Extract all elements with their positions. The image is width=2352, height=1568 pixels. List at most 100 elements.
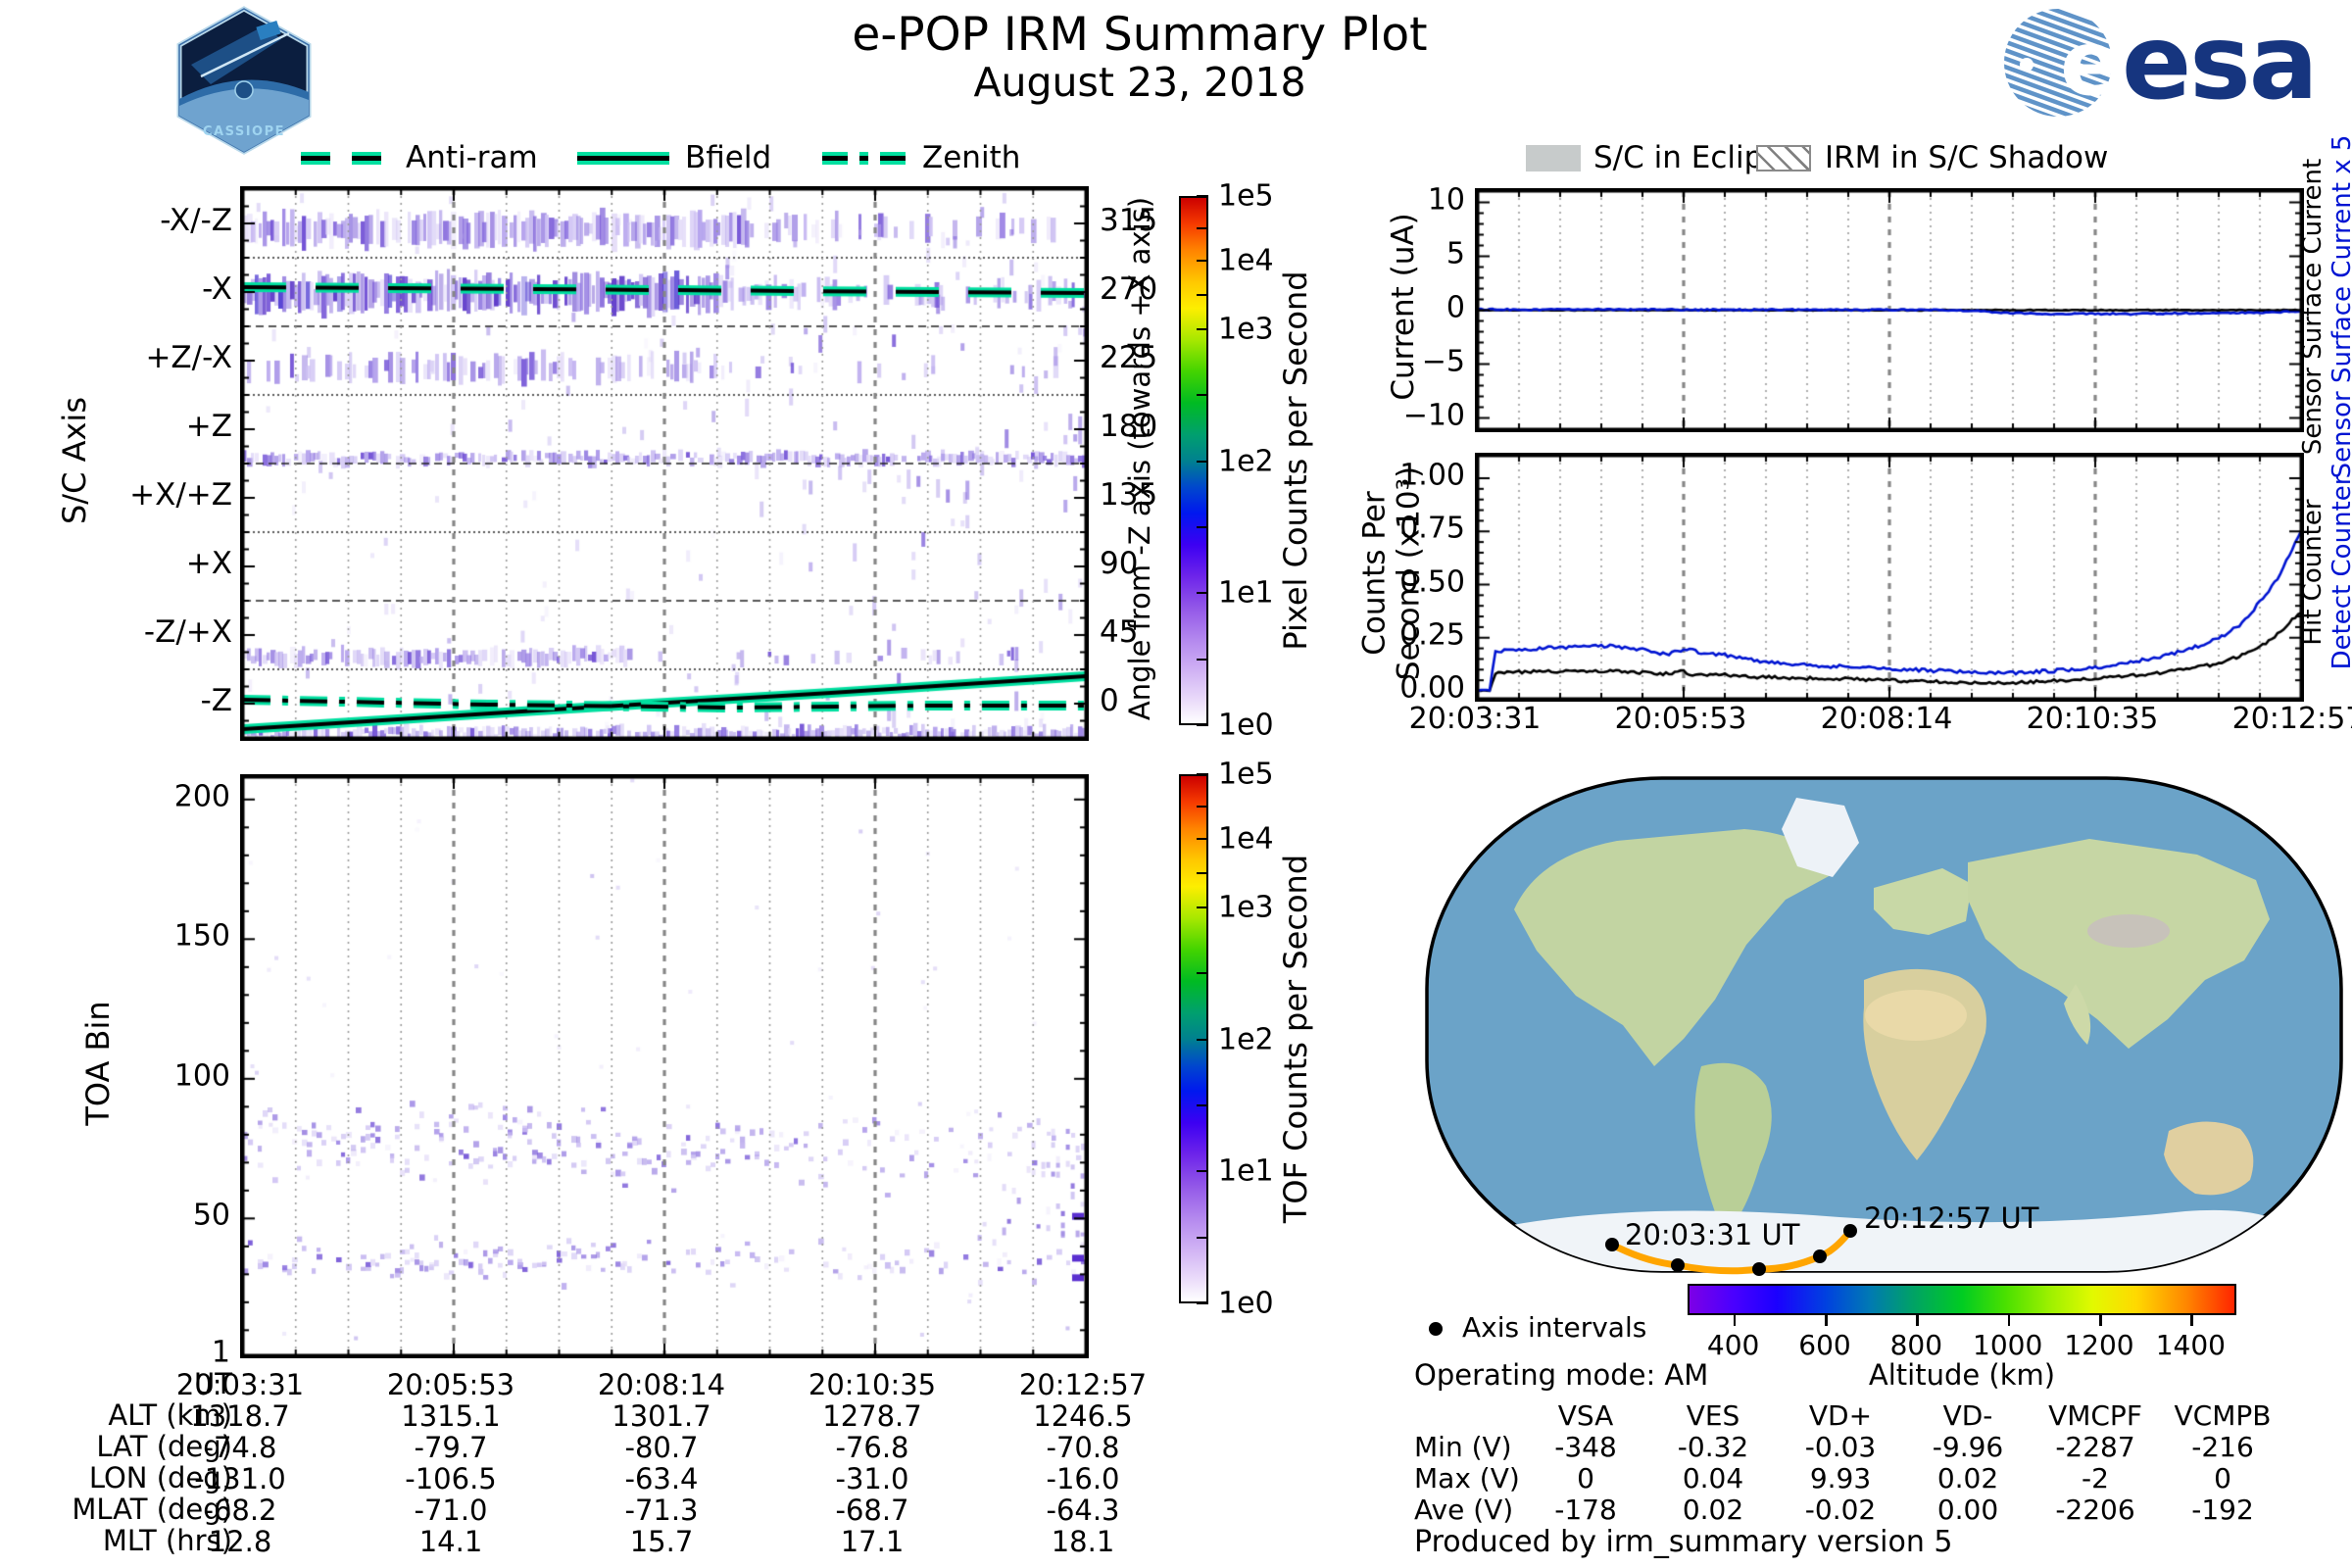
current-tick-label: 10 xyxy=(1427,182,1465,217)
altitude-tick-mark xyxy=(1825,1315,1828,1326)
legend-zenith-label: Zenith xyxy=(922,140,1021,175)
voltage-cell: 0 xyxy=(2214,1462,2231,1494)
ephemeris-cell: 18.1 xyxy=(1051,1525,1115,1558)
colorbar-tick-mark xyxy=(1197,526,1208,529)
ephemeris-cell: -131.0 xyxy=(194,1462,286,1495)
toa-bin-spectrogram xyxy=(240,774,1089,1358)
voltage-cell: -0.32 xyxy=(1677,1431,1749,1463)
toa-tick-label: 100 xyxy=(173,1058,230,1094)
legend-shadow-label: IRM in S/C Shadow xyxy=(1825,140,2109,175)
colorbar-tick-mark xyxy=(1197,460,1208,463)
colorbar-tick-mark xyxy=(1197,906,1208,908)
sc-axis-spectrogram xyxy=(240,186,1089,741)
esa-text: esa xyxy=(2122,4,2317,122)
ephemeris-cell: 1318.7 xyxy=(190,1399,290,1433)
angle-tick-label: 315 xyxy=(1100,203,1158,238)
pixel-cb-tick: 1e2 xyxy=(1218,444,1274,479)
antiram-line-sample xyxy=(301,152,381,165)
sc-axis-row-label: +X xyxy=(185,546,232,581)
pixel-cb-tick: 1e3 xyxy=(1218,312,1274,347)
time-tick-label: 20:03:31 xyxy=(1408,702,1542,736)
voltage-cell: -2206 xyxy=(2055,1494,2135,1526)
colorbar-tick-mark xyxy=(1197,259,1208,262)
voltage-cell: 0.04 xyxy=(1682,1462,1744,1494)
badge-text: CASSIOPE xyxy=(203,124,285,139)
ephemeris-cell: 20:05:53 xyxy=(386,1368,515,1401)
cassiope-mission-badge: CASSIOPE xyxy=(172,6,317,159)
ephemeris-cell: 14.1 xyxy=(418,1525,483,1558)
colorbar-tick-mark xyxy=(1197,293,1208,296)
voltage-row-label: Min (V) xyxy=(1414,1431,1512,1463)
ephemeris-cell: -80.7 xyxy=(624,1431,699,1464)
axis-interval-dot xyxy=(1752,1262,1766,1276)
angle-tick-label: 270 xyxy=(1100,271,1158,307)
ephemeris-cell: -76.8 xyxy=(835,1431,909,1464)
altitude-tick-label: 600 xyxy=(1798,1329,1851,1361)
ephemeris-cell: -68.7 xyxy=(835,1494,909,1527)
voltage-cell: 0.00 xyxy=(1936,1494,1999,1526)
detect-counter-label: Detect Counter xyxy=(2328,474,2352,670)
counts-tick-label: 1.00 xyxy=(1399,458,1465,493)
altitude-tick-mark xyxy=(2099,1315,2102,1326)
voltage-cell: 0 xyxy=(1577,1462,1594,1494)
altitude-tick-label: 1400 xyxy=(2155,1329,2226,1361)
altitude-tick-mark xyxy=(1733,1315,1737,1326)
time-tick-label: 20:10:35 xyxy=(2026,702,2159,736)
current-tick-label: −5 xyxy=(1421,344,1465,378)
voltage-column-header: VD+ xyxy=(1808,1399,1873,1432)
colorbar-tick-mark xyxy=(1197,773,1208,775)
eclipse-swatch xyxy=(1526,145,1581,172)
voltage-cell: 9.93 xyxy=(1809,1462,1872,1494)
sc-axis-row-label: -X/-Z xyxy=(160,203,232,238)
ephemeris-cell: -71.0 xyxy=(414,1494,488,1527)
zenith-line-sample xyxy=(822,152,906,165)
angle-tick-label: 180 xyxy=(1100,409,1158,444)
sc-axis-row-label: +Z xyxy=(185,409,232,444)
sensor-current-plot xyxy=(1475,188,2304,432)
ephemeris-cell: 1315.1 xyxy=(401,1399,501,1433)
voltage-column-header: VMCPF xyxy=(2048,1399,2142,1432)
ephemeris-cell: -74.8 xyxy=(203,1431,277,1464)
svg-text:e: e xyxy=(2060,11,2121,116)
altitude-bar-label: Altitude (km) xyxy=(1868,1358,2056,1392)
bfield-line-sample xyxy=(577,152,669,165)
voltage-column-header: VD- xyxy=(1942,1399,1993,1432)
altitude-colorbar xyxy=(1688,1284,2236,1315)
counts-tick-label: 0.25 xyxy=(1399,617,1465,653)
sensor-current-label: Sensor Surface Current xyxy=(2298,158,2328,456)
counts-tick-label: 0.00 xyxy=(1399,670,1465,706)
colorbar-tick-mark xyxy=(1197,871,1208,874)
voltage-cell: -0.03 xyxy=(1804,1431,1877,1463)
current-ylabel: Current (uA) xyxy=(1386,213,1421,401)
angle-tick-label: 0 xyxy=(1100,683,1119,718)
voltage-cell: -178 xyxy=(1554,1494,1617,1526)
counter-rates-plot xyxy=(1475,453,2304,702)
tof-cb-tick: 1e1 xyxy=(1218,1153,1274,1189)
hit-counter-label: Hit Counter xyxy=(2298,499,2328,646)
ephemeris-cell: -63.4 xyxy=(624,1462,699,1495)
ephemeris-cell: -31.0 xyxy=(835,1462,909,1495)
voltage-cell: -0.02 xyxy=(1804,1494,1877,1526)
altitude-tick-mark xyxy=(2007,1315,2011,1326)
ephemeris-cell: 20:08:14 xyxy=(597,1368,726,1401)
page-date: August 23, 2018 xyxy=(973,59,1306,106)
ephemeris-cell: -79.7 xyxy=(414,1431,488,1464)
voltage-cell: -216 xyxy=(2191,1431,2254,1463)
legend-antiram-label: Anti-ram xyxy=(406,140,538,175)
axis-interval-dot xyxy=(1813,1250,1827,1263)
altitude-tick-label: 800 xyxy=(1889,1329,1943,1361)
voltage-cell: -192 xyxy=(2191,1494,2254,1526)
sc-axis-row-label: +X/+Z xyxy=(129,477,232,513)
ephemeris-cell: -68.2 xyxy=(203,1494,277,1527)
shadow-hatch-swatch xyxy=(1756,145,1811,172)
counts-tick-label: 0.50 xyxy=(1399,564,1465,600)
angle-tick-label: 135 xyxy=(1100,477,1158,513)
ephemeris-cell: 17.1 xyxy=(840,1525,905,1558)
axis-interval-dot xyxy=(1843,1224,1857,1238)
sensor-current-x5-label: Sensor Surface Current x 5 xyxy=(2328,135,2352,479)
colorbar-tick-mark xyxy=(1197,1104,1208,1107)
colorbar-tick-mark xyxy=(1197,327,1208,330)
voltage-column-header: VSA xyxy=(1557,1399,1614,1432)
spectrogram-ylabel: S/C Axis xyxy=(56,397,93,524)
page-title: e-POP IRM Summary Plot xyxy=(852,8,1428,62)
